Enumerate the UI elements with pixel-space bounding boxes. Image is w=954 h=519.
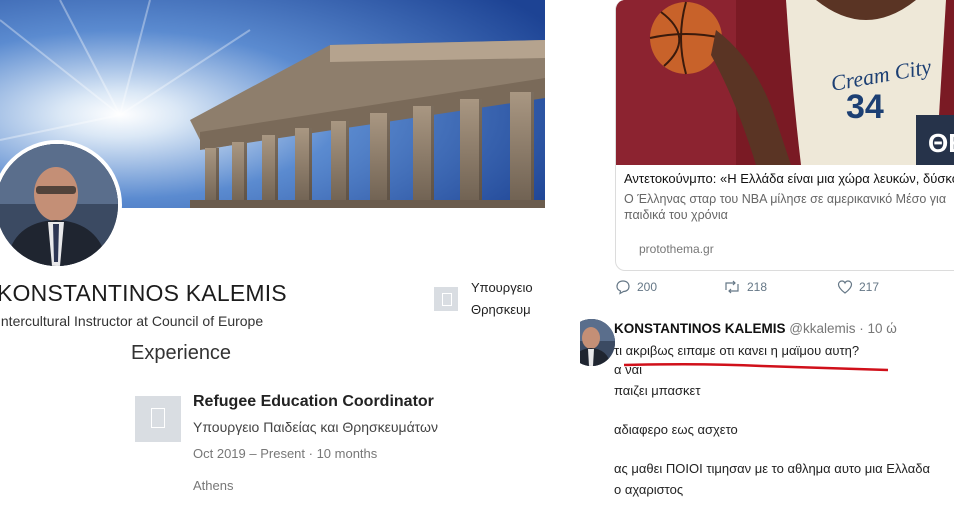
svg-text:ΘΕ: ΘΕ <box>928 128 954 158</box>
reply-header: KONSTANTINOS KALEMIS @kkalemis · 10 ώ <box>614 321 897 336</box>
like-count: 217 <box>859 280 880 294</box>
card-image-basketball-player: Cream City 34 ΘΕ <box>616 0 954 165</box>
linkedin-profile-card: KONSTANTINOS KALEMIS Intercultural Instr… <box>0 0 552 519</box>
reply-action[interactable]: 200 <box>615 279 657 295</box>
svg-text:34: 34 <box>846 88 884 126</box>
reply-count: 200 <box>637 280 658 294</box>
experience-role[interactable]: Refugee Education Coordinator <box>193 393 434 411</box>
panel-gap <box>552 0 580 519</box>
reply-author-handle[interactable]: @kkalemis · 10 ώ <box>789 321 897 336</box>
retweet-count: 218 <box>747 280 768 294</box>
reply-avatar[interactable] <box>580 319 615 366</box>
reply-text-line: α ναι <box>614 362 643 377</box>
card-description-line2: παιδικά του χρόνια <box>624 208 728 222</box>
experience-location: Athens <box>193 478 234 493</box>
link-preview-card[interactable]: Cream City 34 ΘΕ Αντετοκούνμπο: «Η Ελλάδ… <box>615 0 954 271</box>
profile-name: KONSTANTINOS KALEMIS <box>0 280 287 306</box>
like-action[interactable]: 217 <box>837 279 879 295</box>
profile-headline: Intercultural Instructor at Council of E… <box>0 313 264 329</box>
reply-text-line: ας μαθει ΠΟΙΟΙ τιμησαν με το αθλημα αυτο… <box>614 461 930 476</box>
experience-employer: Υπουργειο Παιδείας και Θρησκευμάτων <box>193 419 438 435</box>
reply-icon <box>616 280 630 295</box>
profile-avatar[interactable] <box>0 140 122 270</box>
retweet-action[interactable]: 218 <box>723 279 767 295</box>
twitter-thread: Cream City 34 ΘΕ Αντετοκούνμπο: «Η Ελλάδ… <box>580 0 954 519</box>
heart-icon <box>837 280 853 294</box>
retweet-icon <box>725 280 739 294</box>
experience-dates: Oct 2019 – Present · 10 months <box>193 446 378 461</box>
reply-text-line: τι ακριβως ειπαμε οτι κανει η μαϊμου αυτ… <box>614 343 860 358</box>
red-underline-annotation <box>623 362 889 372</box>
reply-text-line: παιζει μπασκετ <box>614 383 701 398</box>
current-org-line2[interactable]: Θρησκευμ <box>471 302 531 317</box>
reply-author-name[interactable]: KONSTANTINOS KALEMIS <box>614 321 786 336</box>
card-description-line1: Ο Έλληνας σταρ του NBA μίλησε σε αμερικα… <box>624 192 947 206</box>
tweet-action-bar: 200 218 217 <box>615 279 954 299</box>
card-domain: protothema.gr <box>639 242 714 256</box>
reply-text-line: ο αχαριστος <box>614 482 684 497</box>
reply-text-line: αδιαφερο εως ασχετο <box>614 422 738 437</box>
card-title: Αντετοκούνμπο: «Η Ελλάδα είναι μια χώρα … <box>624 171 954 186</box>
building-icon <box>434 287 458 311</box>
experience-heading: Experience <box>131 342 232 364</box>
company-logo-placeholder-icon <box>135 396 181 442</box>
card-description: Ο Έλληνας σταρ του NBA μίλησε σε αμερικα… <box>624 191 954 223</box>
current-org-line1[interactable]: Υπουργειο <box>471 280 533 295</box>
